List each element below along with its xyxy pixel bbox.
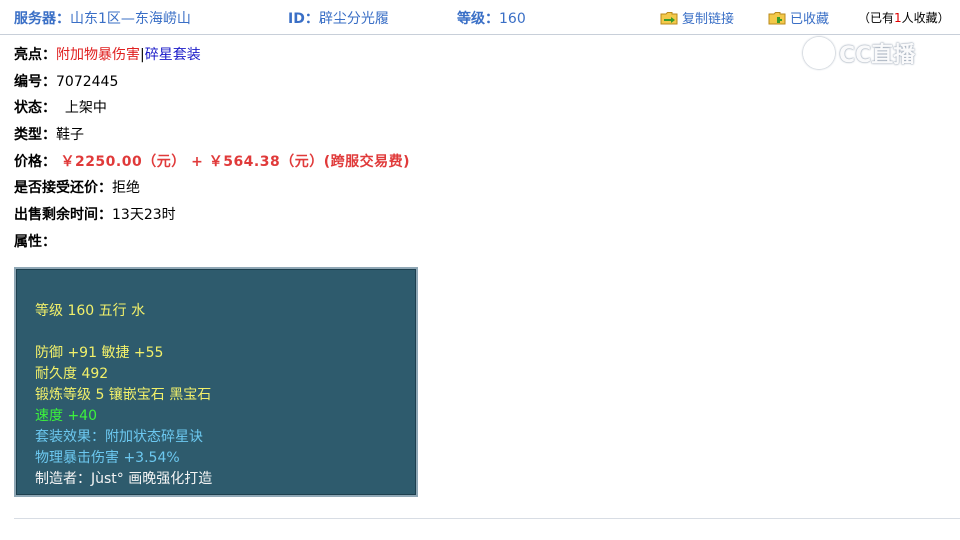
server-value: 山东1区—东海崂山 (70, 11, 191, 27)
copy-link-label: 复制链接 (682, 12, 735, 27)
status-value: 上架中 (64, 100, 107, 117)
type-label: 类型： (14, 127, 56, 144)
folder-copy-icon (660, 11, 678, 25)
id-value: 辟尘分光履 (318, 11, 389, 27)
level-value: 160 (499, 11, 526, 27)
bargain-value: 拒绝 (112, 180, 140, 197)
time-row: 出售剩余时间：13天23时 (14, 205, 410, 232)
level-info: 等级：160 (457, 8, 526, 28)
header-bar: 服务器：山东1区—东海崂山 ID：辟尘分光履 等级：160 复制链接 已收藏 （… (0, 0, 960, 34)
time-value: 13天23时 (112, 207, 176, 224)
highlight-2: 碎星套装 (144, 47, 201, 63)
server-label: 服务器： (14, 11, 70, 27)
favorited-button[interactable]: 已收藏 (768, 8, 829, 27)
highlight-label: 亮点： (14, 47, 56, 63)
type-row: 类型：鞋子 (14, 125, 410, 152)
status-row: 状态： 上架中 (14, 98, 410, 125)
price-value: ￥2250.00（元） + ￥564.38（元）(跨服交易费) (60, 153, 411, 170)
bottom-divider (14, 518, 960, 519)
number-row: 编号：7072445 (14, 72, 410, 99)
highlight-row: 亮点：附加物暴伤害|碎星套装 (14, 45, 410, 72)
copy-link-button[interactable]: 复制链接 (660, 8, 734, 27)
number-value: 7072445 (56, 73, 119, 90)
attr-level-element: 等级 160 五行 水 (35, 303, 146, 319)
server-info: 服务器：山东1区—东海崂山 (14, 8, 191, 28)
count-prefix: （已有 (858, 11, 895, 25)
highlight-1: 附加物暴伤害 (56, 47, 140, 63)
attr-set-effect: 套装效果：附加状态碎星诀 (35, 429, 203, 445)
attr-defense-agility: 防御 +91 敏捷 +55 (35, 345, 164, 361)
attribute-row: 属性： (14, 232, 410, 259)
watermark-text: CC直播 (839, 43, 916, 68)
attr-maker: 制造者：Jùst° 画晚强化打造 (35, 471, 213, 487)
folder-fav-icon (768, 11, 786, 25)
id-info: ID：辟尘分光履 (288, 8, 389, 28)
count-number: 1 (894, 11, 902, 25)
attr-durability: 耐久度 492 (35, 366, 109, 382)
favorited-label: 已收藏 (790, 12, 830, 27)
id-label: ID： (288, 11, 319, 27)
attribute-panel: 等级 160 五行 水 防御 +91 敏捷 +55 耐久度 492 锻炼等级 5… (14, 267, 418, 497)
status-label: 状态： (14, 100, 56, 117)
cc-logo-icon (803, 37, 835, 69)
attr-speed: 速度 +40 (35, 408, 97, 424)
count-suffix: 人收藏） (901, 11, 950, 25)
time-label: 出售剩余时间： (14, 207, 112, 224)
header-divider (0, 34, 960, 35)
number-label: 编号： (14, 73, 56, 90)
level-label: 等级： (457, 11, 499, 27)
attr-forge-gem: 锻炼等级 5 镶嵌宝石 黑宝石 (35, 387, 212, 403)
attr-crit-damage: 物理暴击伤害 +3.54% (35, 450, 180, 466)
price-row: 价格： ￥2250.00（元） + ￥564.38（元）(跨服交易费) (14, 152, 410, 179)
bargain-row: 是否接受还价：拒绝 (14, 178, 410, 205)
price-label: 价格： (14, 153, 56, 170)
favorite-count: （已有1人收藏） (858, 9, 950, 26)
attribute-label: 属性： (14, 233, 56, 250)
item-info: 亮点：附加物暴伤害|碎星套装 编号：7072445 状态： 上架中 类型：鞋子 … (14, 45, 410, 259)
cc-watermark: CC直播 (803, 36, 933, 70)
bargain-label: 是否接受还价： (14, 180, 112, 197)
type-value: 鞋子 (56, 127, 84, 144)
